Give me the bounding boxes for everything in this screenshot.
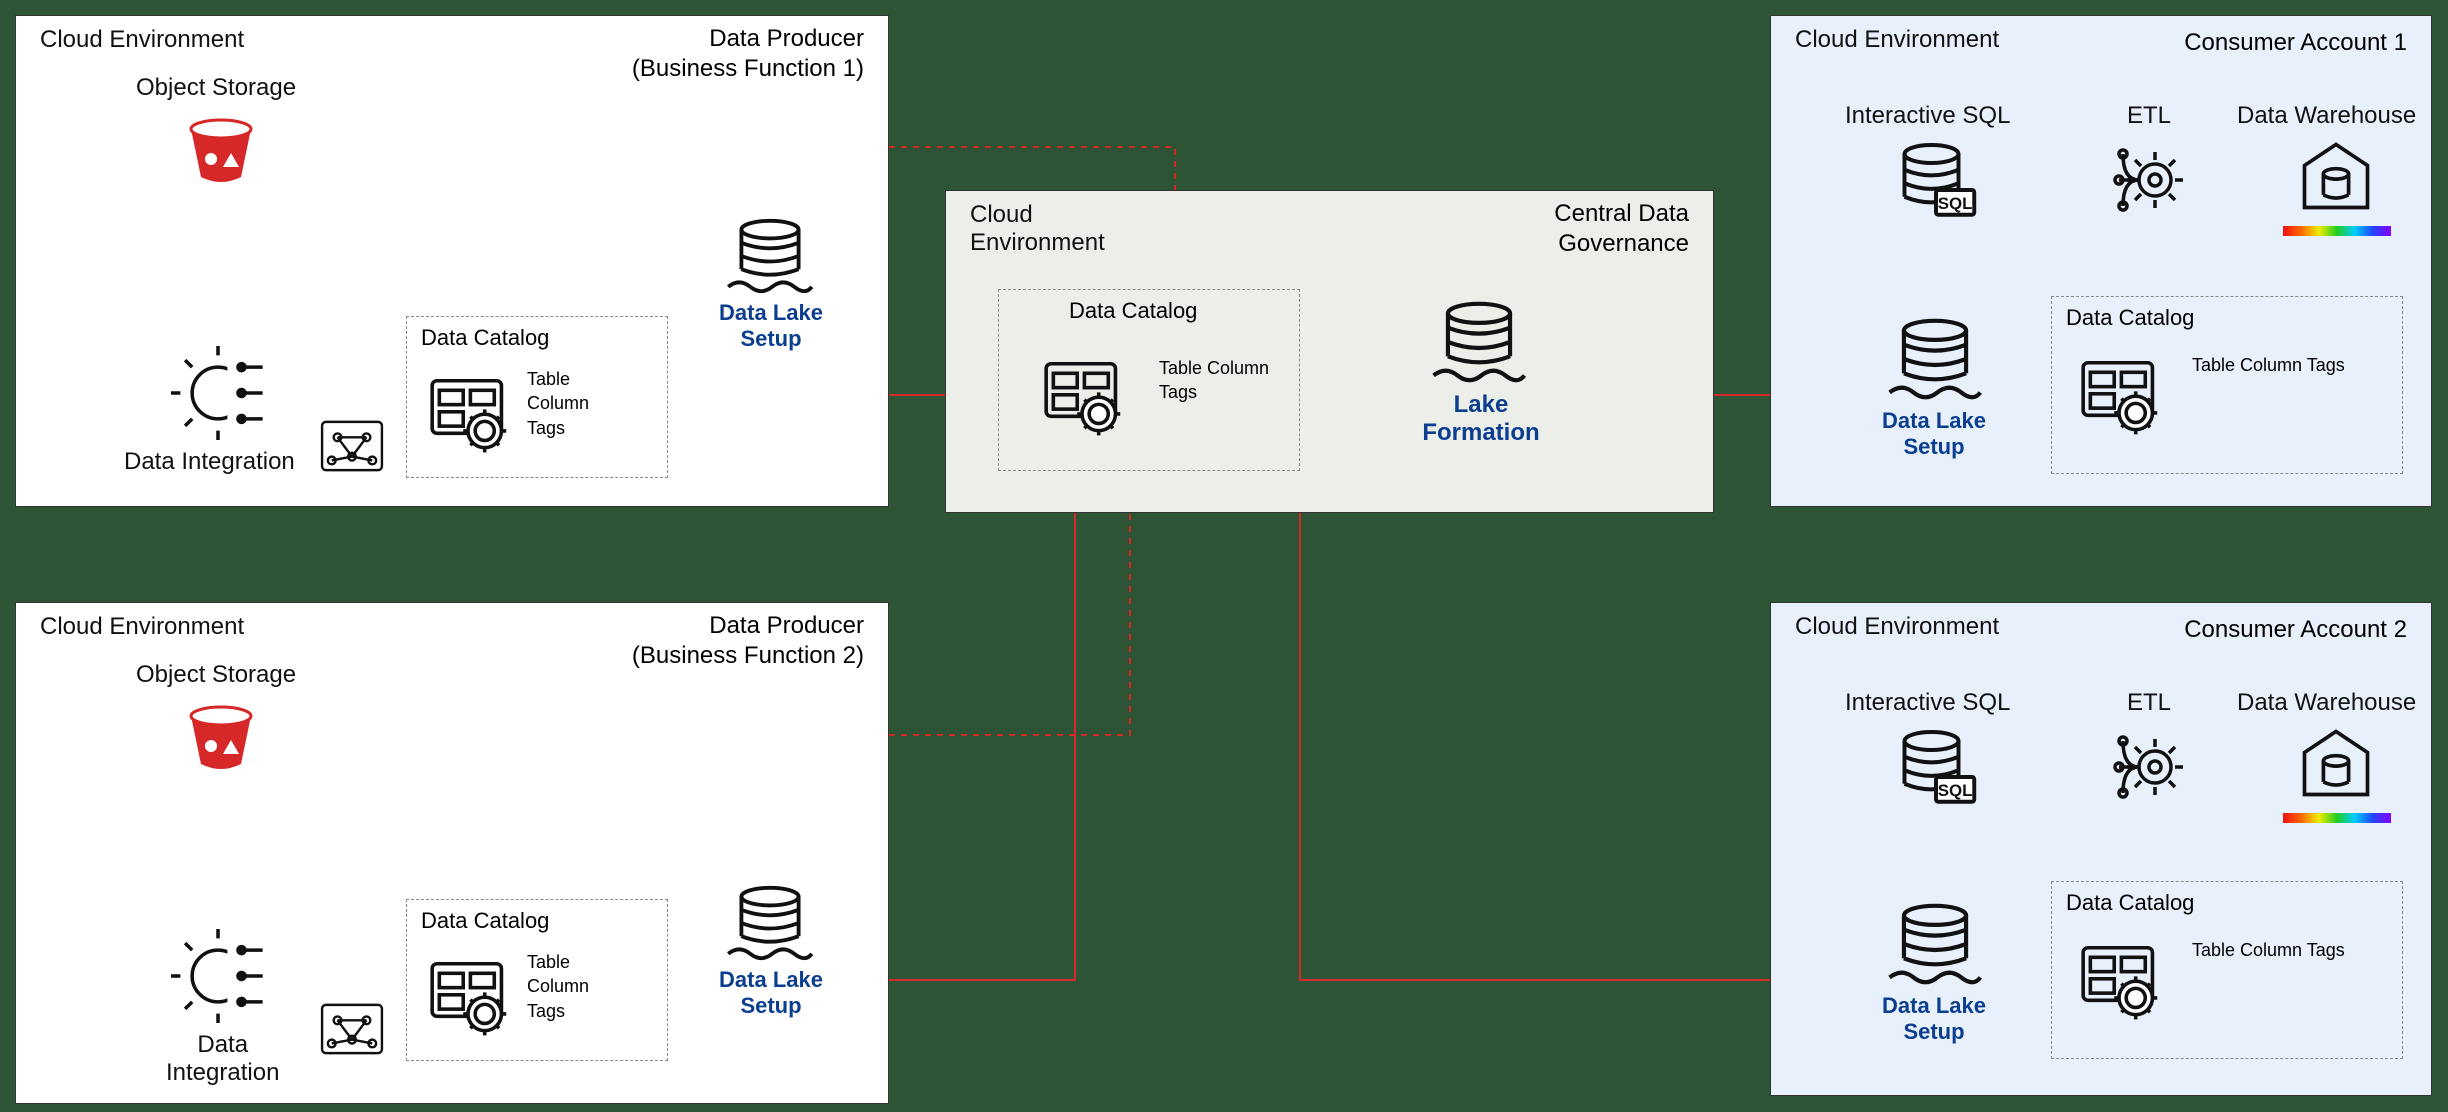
storage-label: Object Storage	[136, 661, 296, 689]
data-lake-icon	[726, 216, 814, 296]
central-title: Central Data Governance	[1554, 199, 1689, 259]
producer1-env-header: Cloud Environment	[40, 26, 244, 54]
producer2-panel: Cloud Environment Data Producer (Busines…	[15, 602, 889, 1104]
catalog-items: Table Column Tags	[2192, 353, 2345, 377]
storage-bucket-icon	[181, 111, 261, 191]
storage-label: Object Storage	[136, 74, 296, 102]
catalog-title: Data Catalog	[1069, 298, 1197, 324]
catalog-title: Data Catalog	[2066, 890, 2194, 916]
catalog-items: Table Column Tags	[527, 367, 589, 440]
etl-icon	[2107, 727, 2195, 807]
producer2-title: Data Producer (Business Function 2)	[632, 611, 864, 671]
central-catalog-box: Data Catalog Table Column Tags	[998, 289, 1300, 471]
data-warehouse-icon	[2291, 134, 2381, 218]
lake-label: Data Lake Setup	[1869, 993, 1999, 1045]
catalog-items: Table Column Tags	[1159, 356, 1299, 405]
lake-formation-label: Lake Formation	[1406, 391, 1556, 447]
storage-bucket-icon	[181, 698, 261, 778]
network-icon	[318, 1001, 386, 1057]
interactive-sql-icon	[1891, 727, 1981, 809]
catalog-items: Table Column Tags	[527, 950, 589, 1023]
sql-label: Interactive SQL	[1845, 102, 2010, 130]
central-panel: Cloud Environment Central Data Governanc…	[945, 190, 1714, 513]
consumer2-env-header: Cloud Environment	[1795, 613, 1999, 641]
central-env-header: Cloud Environment	[970, 201, 1105, 257]
consumer2-panel: Cloud Environment Consumer Account 2 Int…	[1770, 602, 2432, 1096]
warehouse-label: Data Warehouse	[2237, 689, 2416, 717]
lake-label: Data Lake Setup	[706, 967, 836, 1019]
lake-formation-icon	[1431, 299, 1527, 385]
consumer1-env-header: Cloud Environment	[1795, 26, 1999, 54]
data-catalog-icon	[1039, 356, 1125, 436]
catalog-title: Data Catalog	[421, 908, 549, 934]
data-lake-icon	[1887, 316, 1983, 402]
catalog-items: Table Column Tags	[2192, 938, 2345, 962]
data-lake-icon	[1887, 901, 1983, 987]
lake-label: Data Lake Setup	[706, 300, 836, 352]
catalog-title: Data Catalog	[2066, 305, 2194, 331]
producer2-env-header: Cloud Environment	[40, 613, 244, 641]
consumer2-catalog-box: Data Catalog Table Column Tags	[2051, 881, 2403, 1059]
data-catalog-icon	[425, 956, 511, 1036]
spectrum-bar-icon	[2283, 226, 2391, 236]
producer1-panel: Cloud Environment Data Producer (Busines…	[15, 15, 889, 507]
data-integration-icon	[171, 929, 265, 1023]
data-lake-icon	[726, 883, 814, 963]
network-icon	[318, 418, 386, 474]
etl-label: ETL	[2127, 102, 2171, 130]
producer1-title: Data Producer (Business Function 1)	[632, 24, 864, 84]
producer2-catalog-box: Data Catalog Table Column Tags	[406, 899, 668, 1061]
data-catalog-icon	[2076, 355, 2162, 435]
spectrum-bar-icon	[2283, 813, 2391, 823]
etl-label: ETL	[2127, 689, 2171, 717]
integration-label: Data Integration	[166, 1031, 279, 1087]
sql-label: Interactive SQL	[1845, 689, 2010, 717]
consumer1-panel: Cloud Environment Consumer Account 1 Int…	[1770, 15, 2432, 507]
catalog-title: Data Catalog	[421, 325, 549, 351]
producer1-catalog-box: Data Catalog Table Column Tags	[406, 316, 668, 478]
consumer1-catalog-box: Data Catalog Table Column Tags	[2051, 296, 2403, 474]
data-warehouse-icon	[2291, 721, 2381, 805]
consumer2-title: Consumer Account 2	[2184, 615, 2407, 645]
integration-label: Data Integration	[124, 448, 295, 476]
data-catalog-icon	[425, 373, 511, 453]
data-integration-icon	[171, 346, 265, 440]
interactive-sql-icon	[1891, 140, 1981, 222]
consumer1-title: Consumer Account 1	[2184, 28, 2407, 58]
lake-label: Data Lake Setup	[1869, 408, 1999, 460]
warehouse-label: Data Warehouse	[2237, 102, 2416, 130]
data-catalog-icon	[2076, 940, 2162, 1020]
etl-icon	[2107, 140, 2195, 220]
